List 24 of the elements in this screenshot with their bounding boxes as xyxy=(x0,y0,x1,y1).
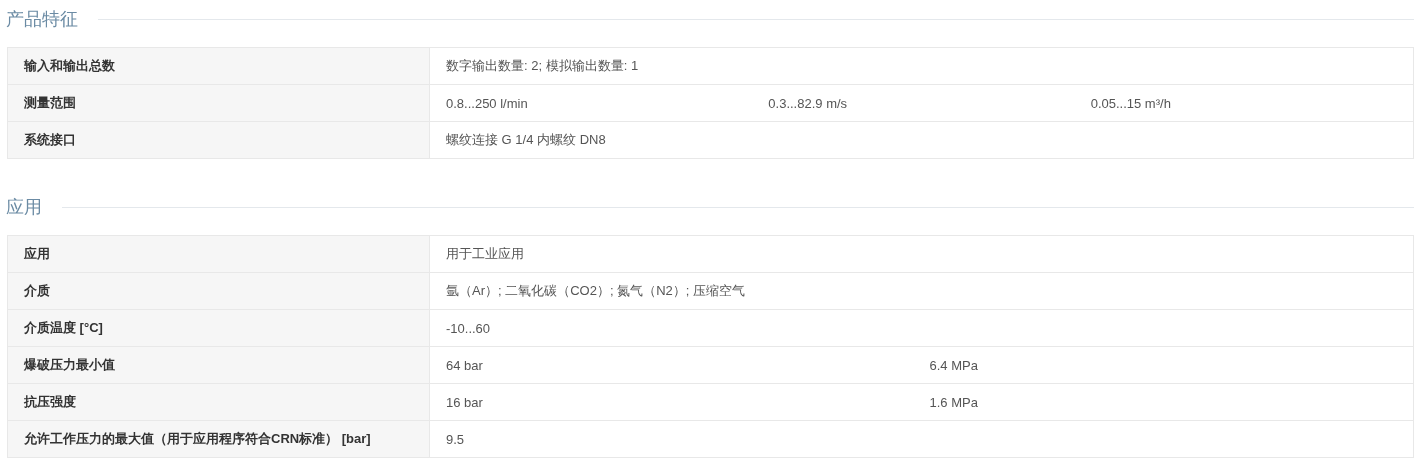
cell-value: 0.05...15 m³/h xyxy=(1090,95,1171,111)
cell-value: 数字输出数量: 2; 模拟输出数量: 1 xyxy=(446,57,639,75)
cell-value: 0.8...250 l/min xyxy=(446,95,528,111)
cell-value: 氩（Ar）; 二氧化碳（CO2）; 氮气（N2）; 压缩空气 xyxy=(446,282,746,300)
section-title: 产品特征 xyxy=(6,8,78,31)
cell-value: 9.5 xyxy=(446,431,465,447)
section-title: 应用 xyxy=(6,196,42,219)
row-label: 介质 xyxy=(7,272,430,310)
row-label: 系统接口 xyxy=(7,121,430,159)
row-label: 介质温度 [°C] xyxy=(7,309,430,347)
row-label: 应用 xyxy=(7,235,430,273)
row-label: 测量范围 xyxy=(7,84,430,122)
row-label: 输入和输出总数 xyxy=(7,47,430,85)
row-label: 爆破压力最小值 xyxy=(7,346,430,384)
cell-value: 用于工业应用 xyxy=(446,245,524,263)
cell-value: 0.3...82.9 m/s xyxy=(768,95,848,111)
cell-value: 1.6 MPa xyxy=(929,394,978,410)
cell-value: 64 bar xyxy=(446,357,483,373)
cell-value: 16 bar xyxy=(446,394,483,410)
cell-value: 螺纹连接 G 1/4 内螺纹 DN8 xyxy=(446,131,606,149)
cell-value: 6.4 MPa xyxy=(929,357,978,373)
cell-value: -10...60 xyxy=(446,320,491,336)
row-label: 抗压强度 xyxy=(7,383,430,421)
row-label: 允许工作压力的最大值（用于应用程序符合CRN标准） [bar] xyxy=(7,420,430,458)
